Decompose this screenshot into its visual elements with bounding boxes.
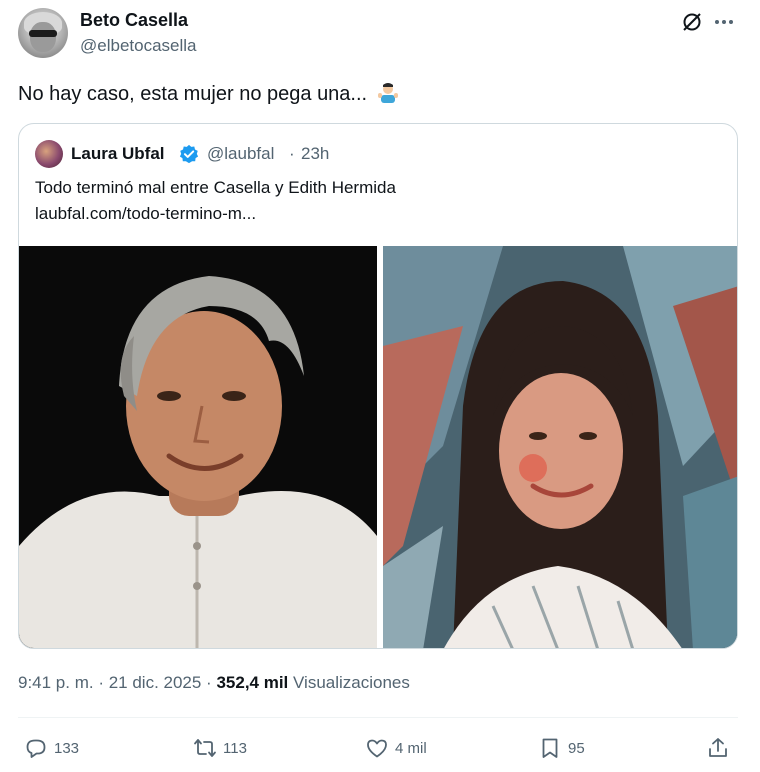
- photo-woman[interactable]: [383, 246, 737, 648]
- author-name[interactable]: Beto Casella: [80, 10, 188, 31]
- views-count: 352,4 mil: [216, 673, 289, 692]
- quoted-author-name[interactable]: Laura Ubfal: [71, 144, 165, 164]
- tweet-timestamp[interactable]: 9:41 p. m. · 21 dic. 2025 ·: [18, 673, 216, 692]
- bookmark-icon: [542, 738, 558, 758]
- views-label: Visualizaciones: [288, 673, 410, 692]
- quoted-tweet[interactable]: Laura Ubfal @laubfal · 23h Todo terminó …: [18, 123, 738, 649]
- bookmark-count: 95: [568, 739, 585, 757]
- quoted-timestamp[interactable]: 23h: [301, 144, 329, 164]
- quoted-link[interactable]: laubfal.com/todo-termino-m...: [35, 204, 256, 224]
- author-avatar[interactable]: [18, 8, 68, 58]
- repost-icon: [194, 739, 216, 757]
- photo-man-illustration: [19, 246, 377, 648]
- quoted-author-avatar[interactable]: [35, 140, 63, 168]
- repost-count: 113: [223, 739, 247, 757]
- photo-man[interactable]: [19, 246, 377, 648]
- heart-icon: [367, 739, 387, 758]
- reply-button[interactable]: 133: [24, 736, 79, 760]
- reply-count: 133: [54, 739, 80, 757]
- photo-woman-illustration: [383, 246, 737, 648]
- like-button[interactable]: 4 mil: [365, 736, 427, 760]
- quoted-text: Todo terminó mal entre Casella y Edith H…: [35, 178, 396, 197]
- tweet-text: No hay caso, esta mujer no pega una...: [18, 82, 399, 106]
- grok-icon[interactable]: [680, 10, 704, 34]
- author-handle[interactable]: @elbetocasella: [80, 36, 197, 56]
- like-count: 4 mil: [395, 739, 427, 757]
- quoted-media[interactable]: [19, 246, 737, 648]
- tweet-meta: 9:41 p. m. · 21 dic. 2025 · 352,4 mil Vi…: [18, 673, 410, 693]
- divider: [18, 717, 738, 718]
- share-button[interactable]: [706, 736, 736, 760]
- repost-button[interactable]: 113: [193, 736, 247, 760]
- tweet-text-content: No hay caso, esta mujer no pega una...: [18, 83, 368, 105]
- separator-dot: ·: [289, 144, 295, 163]
- avatar-face: [30, 22, 56, 52]
- verified-badge-icon: [179, 144, 199, 164]
- quoted-author-handle[interactable]: @laubfal: [207, 144, 274, 164]
- share-icon: [709, 738, 727, 757]
- avatar-glasses: [29, 30, 57, 37]
- reply-icon: [26, 739, 46, 758]
- more-options-icon[interactable]: [712, 10, 736, 34]
- bookmark-button[interactable]: 95: [538, 736, 585, 760]
- man-shrugging-emoji-icon: [377, 83, 398, 103]
